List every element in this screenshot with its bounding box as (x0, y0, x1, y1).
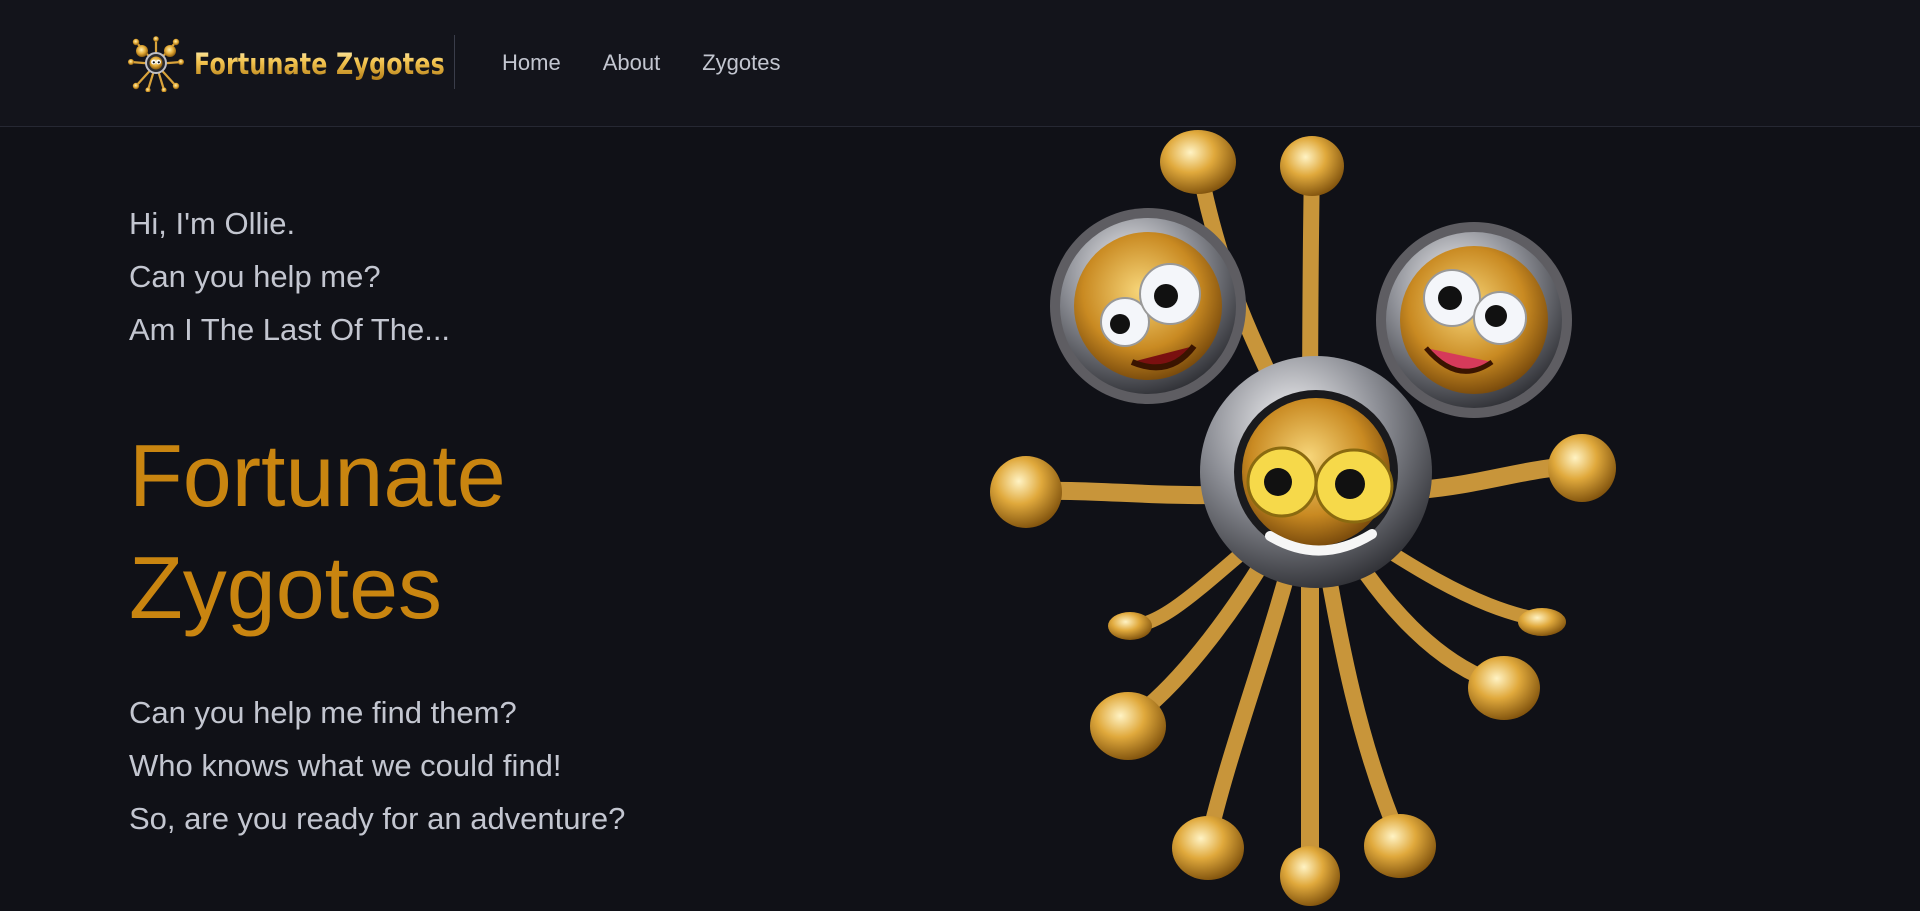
zygote-logo-icon (128, 36, 184, 92)
nav-link-zygotes[interactable]: Zygotes (702, 48, 780, 78)
top-navigation-bar: Fortunate Zygotes Home About Zygotes (0, 0, 1920, 127)
ollie-mascot-illustration (990, 130, 1616, 906)
hero-title: Fortunate Zygotes (129, 420, 829, 644)
hero-title-line: Zygotes (129, 538, 443, 637)
nav-link-home[interactable]: Home (502, 48, 561, 78)
nav-divider (454, 35, 455, 89)
outro-line: Can you help me find them? (129, 695, 517, 730)
outro-text: Can you help me find them? Who knows wha… (129, 686, 829, 845)
intro-line: Am I The Last Of The... (129, 312, 451, 347)
brand-name: Fortunate Zygotes (194, 47, 445, 81)
brand-home-link[interactable]: Fortunate Zygotes (128, 36, 500, 92)
hero-text: Hi, I'm Ollie. Can you help me? Am I The… (129, 197, 829, 845)
intro-line: Can you help me? (129, 259, 381, 294)
nav-link-about[interactable]: About (603, 48, 661, 78)
intro-line: Hi, I'm Ollie. (129, 206, 296, 241)
main-nav: Home About Zygotes (502, 48, 780, 78)
outro-line: Who knows what we could find! (129, 748, 562, 783)
outro-line: So, are you ready for an adventure? (129, 801, 626, 836)
hero-title-line: Fortunate (129, 426, 506, 525)
